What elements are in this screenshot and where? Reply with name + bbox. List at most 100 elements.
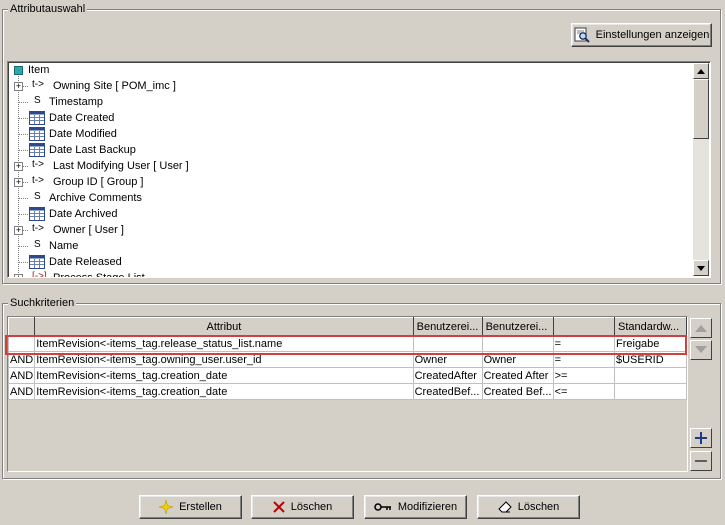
user-entry-2-cell[interactable]: Created Bef... — [481, 383, 554, 400]
tree-root[interactable]: Item — [8, 62, 692, 78]
tree-item-label: Date Created — [49, 112, 115, 124]
default-value-cell[interactable]: $USERID — [614, 351, 687, 368]
expand-icon[interactable]: + — [14, 178, 23, 187]
tree-item[interactable]: Date Archived — [8, 206, 692, 222]
modify-button[interactable]: Modifizieren — [364, 495, 467, 519]
col-header-default-value[interactable]: Standardw... — [614, 317, 687, 336]
show-settings-button[interactable]: Einstellungen anzeigen — [571, 23, 712, 47]
user-entry-1-cell[interactable]: CreatedBef... — [412, 383, 483, 400]
tree-item[interactable]: + [->] Process Stage List — [8, 270, 692, 278]
user-entry-2-cell[interactable] — [481, 335, 554, 352]
tree-item-label: Group ID [ Group ] — [53, 176, 144, 188]
table-row[interactable]: AND ItemRevision<-items_tag.owning_user.u… — [8, 351, 687, 368]
scroll-down-button[interactable] — [693, 260, 709, 276]
tree-connector — [18, 262, 28, 263]
tree-item[interactable]: Date Released — [8, 254, 692, 270]
tree-item[interactable]: S Name — [8, 238, 692, 254]
col-header-user-entry-1[interactable]: Benutzerei... — [412, 317, 483, 336]
expand-icon[interactable]: + — [14, 162, 23, 171]
user-entry-1-cell[interactable] — [412, 335, 483, 352]
tree-connector — [18, 134, 28, 135]
table-row[interactable]: AND ItemRevision<-items_tag.creation_date… — [8, 367, 687, 384]
create-button[interactable]: Erstellen — [139, 495, 242, 519]
tree-vertical-scrollbar[interactable] — [693, 63, 709, 276]
default-value-cell[interactable]: Freigabe — [614, 335, 687, 352]
tree-item[interactable]: S Archive Comments — [8, 190, 692, 206]
plus-icon — [695, 432, 707, 444]
operator-cell[interactable]: = — [552, 335, 616, 352]
attribute-cell[interactable]: ItemRevision<-items_tag.release_status_l… — [34, 335, 414, 352]
expand-icon[interactable]: + — [14, 82, 23, 91]
tree-connector — [18, 118, 28, 119]
modify-label: Modifizieren — [397, 501, 458, 513]
attribute-cell[interactable]: ItemRevision<-items_tag.owning_user.user… — [34, 351, 414, 368]
tree-item[interactable]: + t-> Last Modifying User [ User ] — [8, 158, 692, 174]
string-icon: S — [34, 191, 41, 202]
scroll-thumb[interactable] — [693, 79, 709, 139]
operator-cell[interactable]: >= — [552, 367, 616, 384]
tree-connector — [18, 214, 28, 215]
delete-button[interactable]: Löschen — [251, 495, 354, 519]
connector-cell[interactable]: AND — [8, 351, 36, 368]
expand-icon[interactable]: + — [14, 274, 23, 277]
tree-connector — [18, 150, 28, 151]
clear-button[interactable]: Löschen — [477, 495, 580, 519]
attribute-selection-title: Attributauswahl — [8, 2, 88, 16]
user-entry-2-cell[interactable]: Owner — [481, 351, 554, 368]
user-entry-1-cell[interactable]: CreatedAfter — [412, 367, 483, 384]
expand-icon[interactable]: + — [14, 226, 23, 235]
attribute-cell[interactable]: ItemRevision<-items_tag.creation_date — [34, 367, 414, 384]
move-up-button[interactable] — [690, 318, 712, 338]
tree-item[interactable]: + t-> Group ID [ Group ] — [8, 174, 692, 190]
col-header-connector[interactable] — [8, 317, 36, 336]
tree-item-label: Name — [49, 240, 79, 252]
tree-connector — [18, 198, 28, 199]
col-header-operator[interactable] — [552, 317, 616, 336]
default-value-cell[interactable] — [614, 383, 687, 400]
col-header-user-entry-2[interactable]: Benutzerei... — [481, 317, 554, 336]
tree-item-label: Date Modified — [49, 128, 117, 140]
tree-connector — [18, 246, 28, 247]
scroll-up-button[interactable] — [693, 63, 709, 79]
connector-cell[interactable]: AND — [8, 367, 36, 384]
tree-item-label: Date Last Backup — [49, 144, 136, 156]
reference-icon: t-> — [32, 175, 44, 186]
user-entry-1-cell[interactable]: Owner — [412, 351, 483, 368]
star-icon — [159, 500, 174, 514]
tree-item-label: Date Archived — [49, 208, 118, 220]
default-value-cell[interactable] — [614, 367, 687, 384]
table-row[interactable]: ItemRevision<-items_tag.release_status_l… — [8, 335, 687, 352]
attribute-cell[interactable]: ItemRevision<-items_tag.creation_date — [34, 383, 414, 400]
tree-item[interactable]: Date Last Backup — [8, 142, 692, 158]
table-row[interactable]: AND ItemRevision<-items_tag.creation_date… — [8, 383, 687, 400]
clear-label: Löschen — [517, 501, 560, 513]
attribute-tree[interactable]: Item + t-> Owning Site [ POM_imc ] S Timesta… — [7, 61, 711, 278]
tree-item[interactable]: Date Created — [8, 110, 692, 126]
string-icon: S — [34, 239, 41, 250]
connector-cell[interactable] — [8, 335, 36, 352]
minus-icon — [695, 460, 707, 462]
connector-cell[interactable]: AND — [8, 383, 36, 400]
tree-item[interactable]: S Timestamp — [8, 94, 692, 110]
delete-x-icon — [272, 501, 285, 513]
operator-cell[interactable]: = — [552, 351, 616, 368]
tree-item-label: Owning Site [ POM_imc ] — [53, 80, 176, 92]
search-criteria-table[interactable]: Attribut Benutzerei... Benutzerei... Sta… — [7, 316, 688, 472]
operator-cell[interactable]: <= — [552, 383, 616, 400]
tree-item[interactable]: + t-> Owning Site [ POM_imc ] — [8, 78, 692, 94]
tree-item-label: Owner [ User ] — [53, 224, 124, 236]
add-row-button[interactable] — [690, 428, 712, 448]
tree-item[interactable]: Date Modified — [8, 126, 692, 142]
tree-item-label: Date Released — [49, 256, 122, 268]
reference-icon: t-> — [32, 159, 44, 170]
tree-item-label: Archive Comments — [49, 192, 142, 204]
tree-item-label: Process Stage List — [53, 272, 145, 278]
col-header-attribute[interactable]: Attribut — [34, 317, 414, 336]
remove-row-button[interactable] — [690, 451, 712, 471]
root-item-icon — [14, 66, 23, 78]
user-entry-2-cell[interactable]: Created After — [481, 367, 554, 384]
eraser-icon — [497, 501, 512, 513]
tree-item[interactable]: + t-> Owner [ User ] — [8, 222, 692, 238]
move-down-button[interactable] — [690, 340, 712, 360]
search-criteria-title: Suchkriterien — [8, 296, 77, 310]
